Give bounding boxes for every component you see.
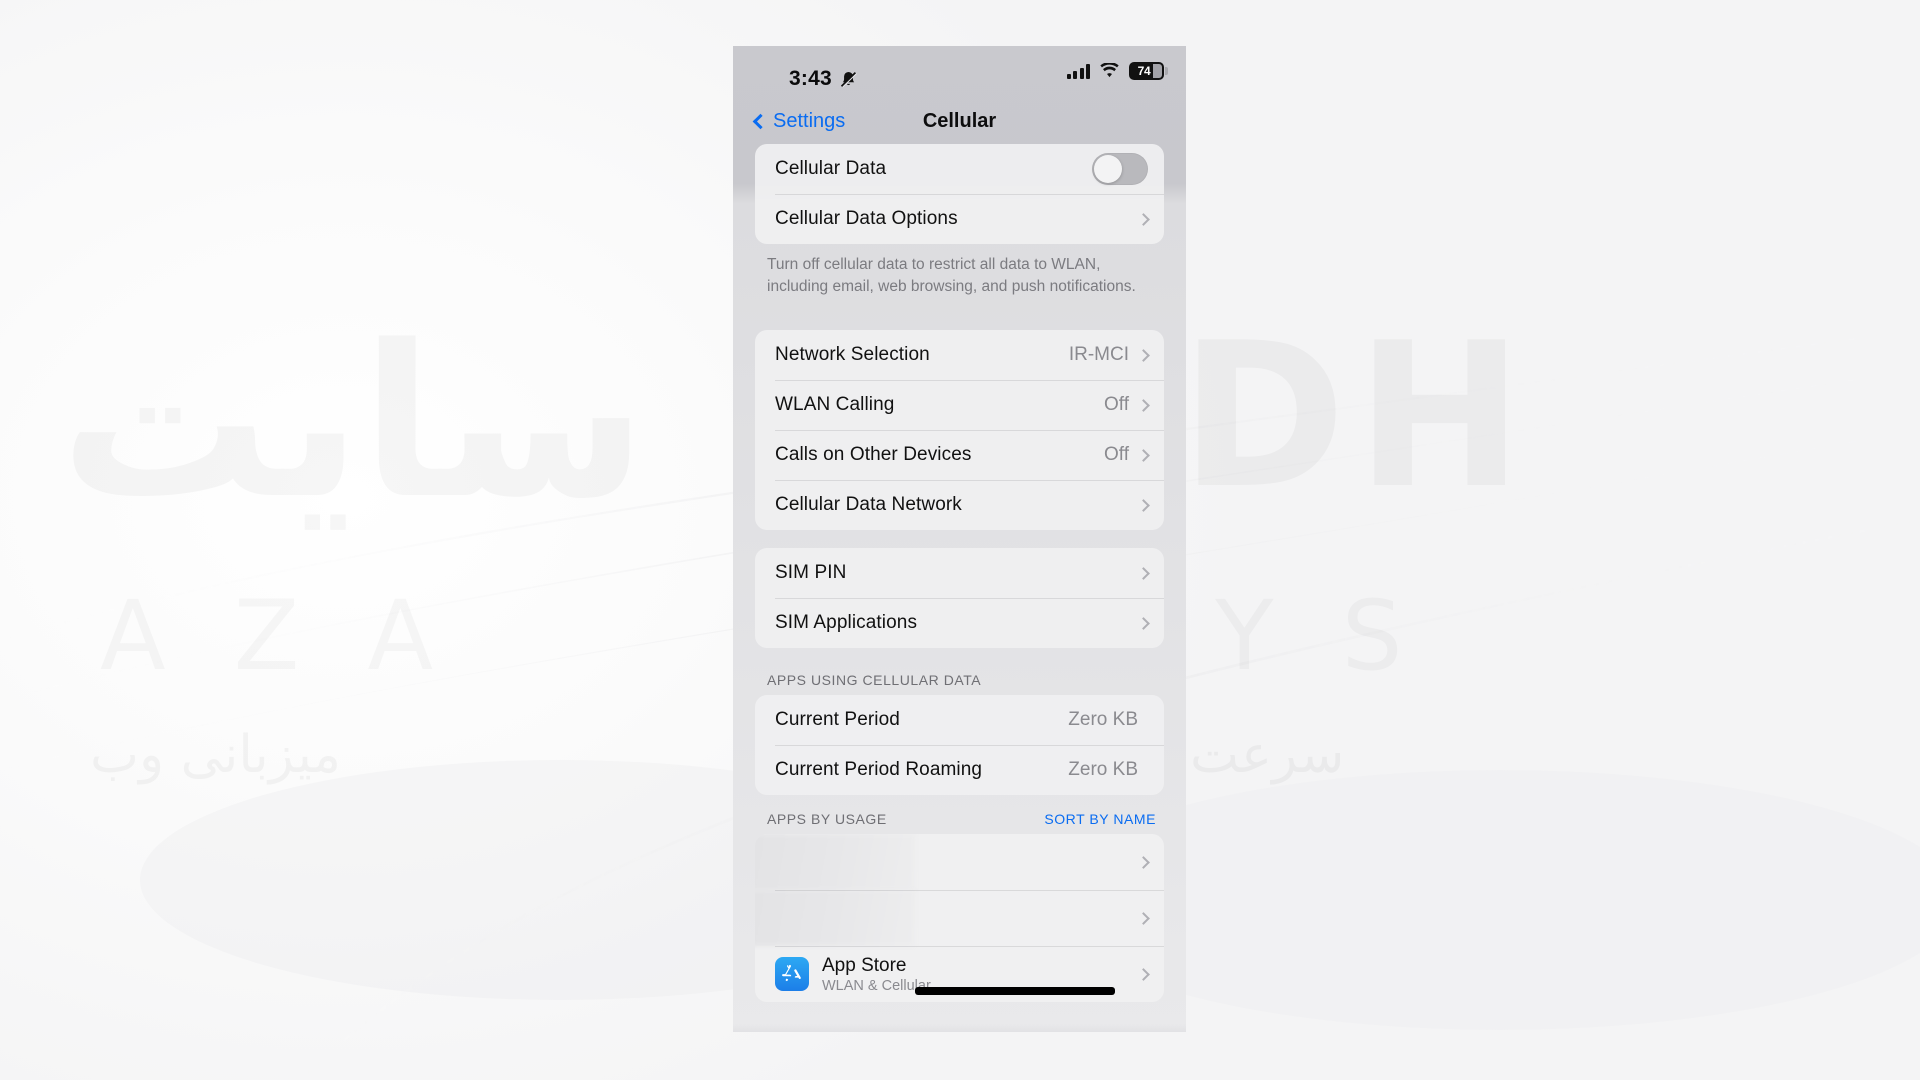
apps-by-usage-header: APPS BY USAGE SORT BY NAME <box>755 795 1164 834</box>
watermark-latin-main: DH <box>1180 300 1533 533</box>
wifi-icon <box>1100 63 1119 78</box>
usage-summary-card: Current Period Zero KB Current Period Ro… <box>755 695 1164 795</box>
chevron-right-icon <box>1137 212 1150 226</box>
redaction-bar <box>915 987 1115 995</box>
network-settings-card: Network Selection IR-MCI WLAN Calling Of… <box>755 330 1164 530</box>
battery-empty-portion <box>1153 64 1162 78</box>
app-name: App Store <box>822 954 907 976</box>
list-item[interactable] <box>755 890 1164 946</box>
list-item-app-store[interactable]: App Store WLAN & Cellular <box>755 946 1164 1002</box>
status-bar: 3:43 74 <box>733 46 1186 98</box>
toggle-knob <box>1094 155 1122 183</box>
row-label: Cellular Data Options <box>775 208 958 229</box>
row-network-selection[interactable]: Network Selection IR-MCI <box>755 330 1164 380</box>
app-store-icon <box>775 957 809 991</box>
sort-by-name-button[interactable]: SORT BY NAME <box>1044 811 1156 827</box>
cellular-bars-icon <box>1066 63 1090 79</box>
row-label: Cellular Data <box>775 158 887 179</box>
row-value: Zero KB <box>1068 759 1138 780</box>
chevron-right-icon <box>1137 566 1150 580</box>
row-label: WLAN Calling <box>775 394 895 415</box>
row-value: IR-MCI <box>1068 344 1129 365</box>
status-bar-right: 74 <box>1066 62 1168 80</box>
row-sim-pin[interactable]: SIM PIN <box>755 548 1164 598</box>
status-time: 3:43 <box>789 67 832 90</box>
row-cellular-data-options[interactable]: Cellular Data Options <box>755 194 1164 244</box>
group-header-label: APPS BY USAGE <box>767 811 887 827</box>
battery-cap <box>1165 67 1168 75</box>
chevron-right-icon <box>1137 616 1150 630</box>
watermark-latin-sub2: YS <box>1215 580 1471 692</box>
cellular-data-footnote: Turn off cellular data to restrict all d… <box>767 256 1136 295</box>
settings-scroll-area[interactable]: Cellular Data Cellular Data Options Turn… <box>733 144 1186 1032</box>
row-label: Calls on Other Devices <box>775 444 972 465</box>
row-label: Current Period <box>775 709 900 730</box>
row-label: Network Selection <box>775 344 930 365</box>
app-meta <box>775 862 1139 863</box>
row-wlan-calling[interactable]: WLAN Calling Off <box>755 380 1164 430</box>
chevron-right-icon <box>1137 498 1150 512</box>
apps-using-cellular-data-header: APPS USING CELLULAR DATA <box>755 672 1164 695</box>
battery-indicator: 74 <box>1129 62 1168 80</box>
chevron-left-icon <box>752 113 769 129</box>
row-cellular-data-network[interactable]: Cellular Data Network <box>755 480 1164 530</box>
chevron-right-icon <box>1137 448 1150 462</box>
row-value: Off <box>1104 444 1129 465</box>
chevron-right-icon <box>1137 967 1150 981</box>
row-value: Off <box>1104 394 1129 415</box>
battery-level-text: 74 <box>1137 64 1151 78</box>
row-current-period-roaming[interactable]: Current Period Roaming Zero KB <box>755 745 1164 795</box>
sim-settings-card: SIM PIN SIM Applications <box>755 548 1164 648</box>
row-cellular-data[interactable]: Cellular Data <box>755 144 1164 194</box>
row-current-period[interactable]: Current Period Zero KB <box>755 695 1164 745</box>
apps-by-usage-card: App Store WLAN & Cellular <box>755 834 1164 1002</box>
chevron-right-icon <box>1137 348 1150 362</box>
watermark-arabic-main: سایت <box>60 300 647 545</box>
row-label: SIM PIN <box>775 562 847 583</box>
watermark-latin-sub: AZA <box>100 580 501 692</box>
row-label: SIM Applications <box>775 612 918 633</box>
group-header-label: APPS USING CELLULAR DATA <box>767 672 982 688</box>
watermark-arabic-sub2: سرعت <box>1190 725 1344 785</box>
chevron-right-icon <box>1137 855 1150 869</box>
list-item[interactable] <box>755 834 1164 890</box>
row-sim-applications[interactable]: SIM Applications <box>755 598 1164 648</box>
cellular-data-card: Cellular Data Cellular Data Options <box>755 144 1164 244</box>
cellular-data-toggle[interactable] <box>1092 153 1148 185</box>
navigation-bar: Settings Cellular <box>733 98 1186 144</box>
back-button-label: Settings <box>773 109 846 132</box>
chevron-right-icon <box>1137 911 1150 925</box>
watermark-arabic-sub: میزبانی وب <box>90 725 341 785</box>
chevron-right-icon <box>1137 398 1150 412</box>
row-value: Zero KB <box>1068 709 1138 730</box>
row-label: Cellular Data Network <box>775 494 962 515</box>
phone-screenshot-panel: 3:43 74 Settings Cellular Cellular Data … <box>733 46 1186 1032</box>
row-label: Current Period Roaming <box>775 759 983 780</box>
row-calls-on-other-devices[interactable]: Calls on Other Devices Off <box>755 430 1164 480</box>
bell-slash-icon <box>840 71 857 87</box>
app-meta <box>775 918 1139 919</box>
back-to-settings-button[interactable]: Settings <box>752 109 846 133</box>
